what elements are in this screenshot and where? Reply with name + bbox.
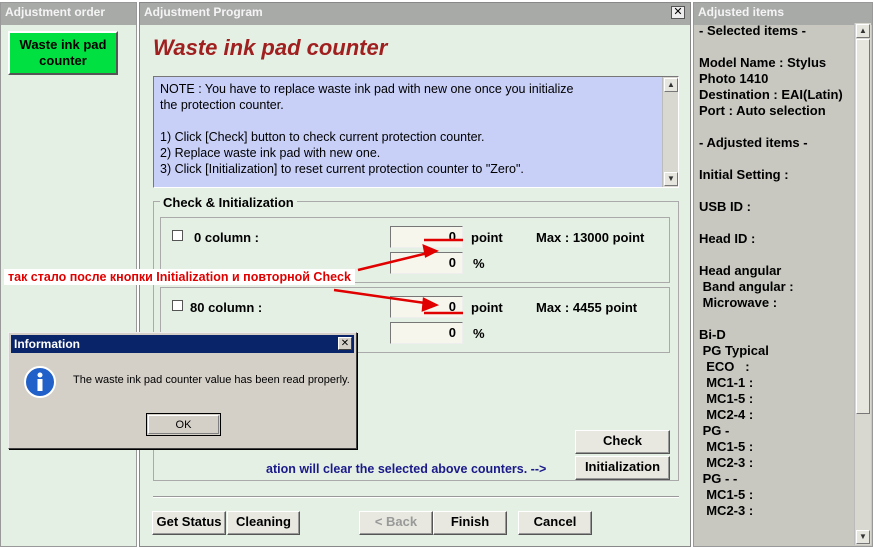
adjusted-item-line: MC2-3 : (699, 455, 754, 470)
adjusted-item-line (699, 119, 851, 135)
dialog-close-button[interactable]: ✕ (338, 337, 352, 350)
annotation-text: так стало после кнопки Initialization и … (4, 269, 355, 285)
adjusted-item-line: PG - (699, 423, 730, 438)
right-panel-title: Adjusted items (694, 3, 872, 25)
adjusted-item-line (699, 39, 851, 55)
adjusted-item-line: Band angular : (699, 279, 794, 294)
adjusted-item-line: MC1-5 : (699, 439, 754, 454)
adjusted-item-line: MC2-4 : (699, 407, 754, 422)
adjusted-item-line: Destination : EAI(Latin) (699, 87, 843, 102)
adjusted-item-line: Microwave : (699, 295, 778, 310)
right-panel: Adjusted items - Selected items - Model N… (693, 2, 873, 547)
adjusted-item-line: Bi-D (699, 327, 726, 342)
adjusted-item-line: Photo 1410 (699, 71, 769, 86)
adjusted-item-line: - Adjusted items - (699, 135, 808, 150)
adjusted-item-line: ECO : (699, 359, 750, 374)
dialog-title: Information (14, 337, 80, 351)
right-scroll-up-icon[interactable]: ▲ (856, 24, 870, 38)
adjusted-item-line (699, 151, 851, 167)
adjusted-item-line: MC2-3 : (699, 503, 754, 518)
adjusted-item-line: Model Name : Stylus (699, 55, 827, 70)
adjusted-item-line: Head angular (699, 263, 782, 278)
adjusted-item-line: MC1-5 : (699, 487, 754, 502)
adjusted-item-line (699, 247, 851, 263)
adjusted-item-line: PG - - (699, 471, 738, 486)
information-dialog: Information ✕ The waste ink pad counter … (8, 332, 357, 449)
adjusted-item-line (699, 311, 851, 327)
adjusted-item-line: Initial Setting : (699, 167, 789, 182)
right-scroll-thumb[interactable] (856, 39, 870, 414)
adjusted-item-line (699, 183, 851, 199)
adjusted-items-list: - Selected items - Model Name : Stylus Pho… (699, 23, 851, 519)
ok-button[interactable]: OK (146, 413, 221, 436)
adjusted-item-line: MC1-5 : (699, 391, 754, 406)
info-icon (24, 366, 56, 398)
adjusted-item-line: Port : Auto selection (699, 103, 826, 118)
right-scroll-down-icon[interactable]: ▼ (856, 530, 870, 544)
adjusted-item-line: USB ID : (699, 199, 751, 214)
adjusted-item-line: MC1-1 : (699, 375, 754, 390)
adjusted-item-line: PG Typical (699, 343, 769, 358)
adjusted-item-line (699, 215, 851, 231)
right-panel-scrollbar[interactable]: ▲ ▼ (854, 23, 871, 545)
dialog-title-bar: Information (11, 335, 354, 353)
ok-button-label: OK (148, 415, 219, 434)
adjusted-item-line: - Selected items - (699, 23, 806, 38)
dialog-message: The waste ink pad counter value has been… (73, 374, 350, 386)
adjusted-item-line: Head ID : (699, 231, 756, 246)
